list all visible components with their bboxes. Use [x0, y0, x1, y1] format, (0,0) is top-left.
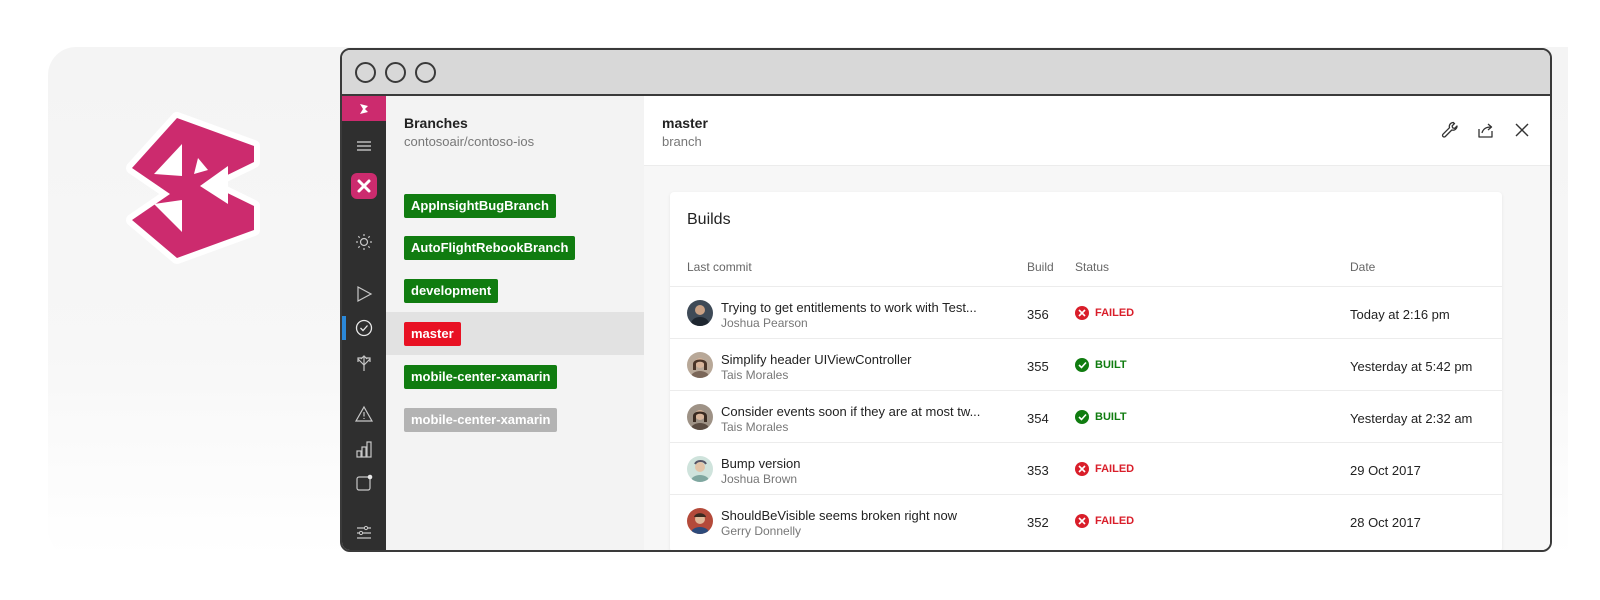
branch-tag: AutoFlightRebookBranch: [404, 235, 576, 260]
sun-icon[interactable]: [342, 230, 386, 254]
share-icon[interactable]: [1476, 120, 1496, 140]
status-label: BUILT: [1095, 359, 1127, 371]
app-window: Branches contosoair/contoso-ios AppInsig…: [340, 48, 1552, 552]
distribute-icon[interactable]: [342, 351, 386, 375]
close-icon[interactable]: [1512, 120, 1532, 140]
window-maximize-button[interactable]: [415, 61, 436, 83]
status-label: FAILED: [1095, 515, 1135, 527]
header-actions: [1440, 120, 1532, 140]
branch-item[interactable]: AppInsightBugBranch: [386, 184, 644, 227]
branches-panel: Branches contosoair/contoso-ios AppInsig…: [386, 96, 644, 550]
column-header-status[interactable]: Status: [1075, 260, 1109, 274]
build-date: 28 Oct 2017: [1350, 515, 1421, 530]
status-label: FAILED: [1095, 463, 1135, 475]
built-icon: [1075, 410, 1089, 424]
branches-header: Branches contosoair/contoso-ios: [386, 96, 644, 166]
build-row[interactable]: Simplify header UIViewController Tais Mo…: [670, 338, 1502, 390]
build-number: 354: [1027, 411, 1049, 426]
hamburger-menu-icon[interactable]: [342, 134, 386, 158]
detail-header: master branch: [644, 96, 1550, 166]
app-avatar-icon[interactable]: [342, 173, 386, 199]
avatar: [687, 300, 713, 326]
build-date: 29 Oct 2017: [1350, 463, 1421, 478]
column-header-date[interactable]: Date: [1350, 260, 1375, 274]
commit-message: ShouldBeVisible seems broken right now: [721, 508, 958, 523]
play-icon[interactable]: [342, 282, 386, 306]
branches-title: Branches: [404, 115, 468, 131]
failed-icon: [1075, 306, 1089, 320]
branch-detail: master branch Builds Last commit Build S…: [644, 96, 1550, 550]
analytics-icon[interactable]: [342, 437, 386, 461]
column-header-commit[interactable]: Last commit: [687, 260, 752, 274]
status-badge: FAILED: [1075, 514, 1134, 528]
builds-title: Builds: [687, 211, 731, 228]
built-icon: [1075, 358, 1089, 372]
branch-tag: AppInsightBugBranch: [404, 193, 556, 218]
window-close-button[interactable]: [355, 61, 376, 83]
build-number: 353: [1027, 463, 1049, 478]
notification-icon[interactable]: [342, 471, 386, 495]
detail-subtitle: branch: [662, 134, 702, 149]
build-row[interactable]: Trying to get entitlements to work with …: [670, 286, 1502, 338]
app-body: Branches contosoair/contoso-ios AppInsig…: [342, 96, 1550, 550]
status-badge: BUILT: [1075, 358, 1127, 372]
avatar: [687, 404, 713, 430]
app-logo-icon: [360, 103, 368, 114]
commit-author: Tais Morales: [721, 420, 789, 434]
column-header-build[interactable]: Build: [1027, 260, 1054, 274]
app-center-logo-icon: [126, 112, 260, 264]
branch-tag: mobile-center-xamarin: [404, 364, 558, 389]
commit-author: Tais Morales: [721, 368, 789, 382]
window-titlebar: [342, 50, 1550, 96]
build-date: Yesterday at 5:42 pm: [1350, 359, 1473, 374]
settings-sliders-icon[interactable]: [342, 520, 386, 544]
commit-author: Gerry Donnelly: [721, 524, 802, 538]
branch-item-selected[interactable]: master: [386, 312, 644, 355]
builds-card: Builds Last commit Build Status Date Try…: [670, 192, 1502, 550]
status-badge: FAILED: [1075, 462, 1134, 476]
branch-item[interactable]: development: [386, 269, 644, 312]
build-row[interactable]: ShouldBeVisible seems broken right now G…: [670, 494, 1502, 546]
warning-icon[interactable]: [342, 402, 386, 426]
failed-icon: [1075, 462, 1089, 476]
avatar: [687, 456, 713, 482]
status-label: BUILT: [1095, 411, 1127, 423]
build-row[interactable]: Bump version Joshua Brown 353 FAILED 29 …: [670, 442, 1502, 494]
commit-author: Joshua Brown: [721, 472, 798, 486]
branches-repo: contosoair/contoso-ios: [404, 134, 535, 149]
branch-tag: master: [404, 321, 461, 346]
commit-author: Joshua Pearson: [721, 316, 808, 330]
branch-tag: development: [404, 278, 499, 303]
window-minimize-button[interactable]: [385, 61, 406, 83]
failed-icon: [1075, 514, 1089, 528]
build-row[interactable]: Consider events soon if they are at most…: [670, 390, 1502, 442]
status-badge: FAILED: [1075, 306, 1134, 320]
build-date: Yesterday at 2:32 am: [1350, 411, 1473, 426]
branch-item[interactable]: mobile-center-xamarin: [386, 355, 644, 398]
nav-rail: [342, 96, 386, 550]
build-number: 352: [1027, 515, 1049, 530]
avatar: [687, 352, 713, 378]
status-label: FAILED: [1095, 307, 1135, 319]
build-number: 356: [1027, 307, 1049, 322]
commit-message: Simplify header UIViewController: [721, 352, 912, 367]
commit-message: Trying to get entitlements to work with …: [721, 300, 977, 315]
avatar: [687, 508, 713, 534]
detail-title: master: [662, 115, 708, 131]
commit-message: Bump version: [721, 456, 801, 471]
commit-message: Consider events soon if they are at most…: [721, 404, 981, 419]
branch-item[interactable]: AutoFlightRebookBranch: [386, 226, 644, 269]
rail-logo[interactable]: [342, 96, 386, 121]
build-number: 355: [1027, 359, 1049, 374]
branch-tag: mobile-center-xamarin: [404, 407, 558, 432]
branch-item[interactable]: mobile-center-xamarin: [386, 398, 644, 441]
wrench-icon[interactable]: [1440, 120, 1460, 140]
build-date: Today at 2:16 pm: [1350, 307, 1450, 322]
check-circle-icon[interactable]: [342, 316, 386, 340]
status-badge: BUILT: [1075, 410, 1127, 424]
